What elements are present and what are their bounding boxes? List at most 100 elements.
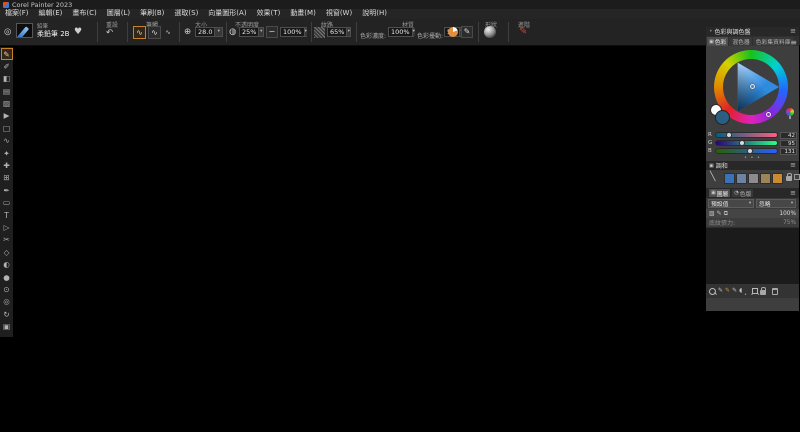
stroke-options-button[interactable]: ∿ <box>163 28 173 38</box>
panel-menu-icon[interactable]: ≡ <box>790 28 796 35</box>
favorite-heart-icon[interactable]: ♥ <box>74 27 82 37</box>
brush-tool[interactable]: ✎ <box>0 48 13 60</box>
layer-opacity-row[interactable]: ▧ ✎ ⧉ 100% <box>706 209 799 218</box>
rect-select-tool[interactable]: □ <box>1 122 13 134</box>
brush-ghost-icon[interactable]: ◎ <box>4 27 11 37</box>
scissors-tool[interactable]: ✂ <box>1 234 13 246</box>
menu-item[interactable]: 動畫(M) <box>285 9 321 19</box>
slider-knob[interactable] <box>725 132 732 138</box>
slider-knob[interactable] <box>738 140 745 146</box>
harmony-grid-icon[interactable] <box>794 174 800 180</box>
straight-stroke-button[interactable]: ∿ <box>148 25 161 39</box>
layer-opacity-value[interactable]: 100% <box>779 211 796 217</box>
text-tool[interactable]: T <box>1 209 13 221</box>
menu-item[interactable]: 說明(H) <box>357 9 392 19</box>
panel-menu-icon[interactable]: ≡ <box>790 162 796 169</box>
size-field[interactable]: 28.0 ▾ <box>195 26 223 37</box>
eraser-tool[interactable]: ▨ <box>1 98 13 110</box>
menu-item[interactable]: 編輯(E) <box>34 9 68 19</box>
color-panel-header[interactable]: • 色彩與調色盤 ≡ <box>706 27 799 36</box>
dropdown-arrow-icon[interactable]: ▾ <box>214 27 222 36</box>
dropper-tool[interactable]: ✐ <box>1 60 13 72</box>
menu-item[interactable]: 向量圖形(A) <box>203 9 251 19</box>
point-edit-tool[interactable]: ◇ <box>1 246 13 258</box>
advanced-brush-icon[interactable]: ✎ <box>519 26 527 37</box>
dodge-tool[interactable]: ◐ <box>1 259 13 271</box>
menu-item[interactable]: 效果(T) <box>252 9 286 19</box>
pickup-underlying-icon[interactable]: ✎ <box>717 210 722 217</box>
menu-item[interactable]: 選取(S) <box>169 9 203 19</box>
menu-item[interactable]: 檔案(F) <box>0 9 34 19</box>
brush-selector[interactable] <box>16 22 33 38</box>
panel-menu-icon[interactable]: ≡ <box>790 189 796 197</box>
color-panel-tab[interactable]: ▣ 色彩 <box>707 37 729 46</box>
dropdown-arrow-icon[interactable]: ▾ <box>258 27 263 36</box>
brush-variant[interactable]: 柔鉛筆 2B <box>37 29 69 39</box>
reset-tool-icon[interactable]: ↶ <box>106 28 113 38</box>
color-panel-tab[interactable]: 色彩集資料庫 <box>752 37 793 46</box>
rotate-page-tool[interactable]: ↻ <box>1 308 13 320</box>
dropdown-arrow-icon: ▾ <box>790 201 794 206</box>
resaturation-field[interactable]: 100% ▾ <box>388 26 415 37</box>
panel-more-dots[interactable]: • • • <box>706 292 799 298</box>
color-set-icon[interactable] <box>786 108 794 119</box>
slider-value[interactable]: 131 <box>780 147 797 155</box>
transform-tool[interactable]: ✚ <box>1 160 13 172</box>
rect-shape-tool[interactable]: ▭ <box>1 197 13 209</box>
harmony-swatch[interactable] <box>748 173 759 184</box>
flow-field[interactable]: 100% ▾ <box>280 26 307 37</box>
grabber-tool[interactable]: ◎ <box>1 296 13 308</box>
dropdown-arrow-icon[interactable]: ▾ <box>411 27 415 36</box>
freehand-stroke-button[interactable]: ∿ <box>133 25 146 39</box>
sponge-tool[interactable]: ● <box>1 271 13 283</box>
slider-track[interactable] <box>715 148 778 154</box>
dropdown-arrow-icon[interactable]: ▾ <box>346 27 350 36</box>
tab-channels[interactable]: ◔ 色版 <box>732 189 754 198</box>
tab-icon: ▣ <box>709 38 714 45</box>
harmony-swatch[interactable] <box>736 173 747 184</box>
opacity-field[interactable]: 25% ▾ <box>239 26 264 37</box>
sv-cursor[interactable] <box>750 84 755 89</box>
harmony-swatch[interactable] <box>724 173 735 184</box>
slider-track[interactable] <box>715 132 778 138</box>
menu-item[interactable]: 畫布(C) <box>67 9 101 19</box>
color-panel-tab[interactable]: 混色器 <box>729 37 752 46</box>
dropdown-arrow-icon[interactable]: ▾ <box>303 27 307 36</box>
paint-bucket-tool[interactable]: ◧ <box>1 73 13 85</box>
edit-color-icon[interactable]: ✎ <box>461 25 473 38</box>
harmony-panel-header[interactable]: ▣ 調和 ≡ <box>706 161 799 170</box>
magic-wand-tool[interactable]: ✦ <box>1 147 13 159</box>
harmony-swatch[interactable] <box>772 173 783 184</box>
paper-texture-icon[interactable] <box>314 26 325 38</box>
dab-preview-icon[interactable] <box>484 25 496 38</box>
tab-layers[interactable]: ▣ 圖層 <box>709 189 731 198</box>
slider-knob[interactable] <box>747 148 754 154</box>
menu-item[interactable]: 圖層(L) <box>102 9 135 19</box>
crop-tool[interactable]: ⊞ <box>1 172 13 184</box>
shape-select-tool[interactable]: ▷ <box>1 221 13 233</box>
harmony-swatch[interactable] <box>760 173 771 184</box>
layer-mask-icon[interactable]: ⧉ <box>724 210 728 217</box>
menu-item[interactable]: 視窗(W) <box>321 9 357 19</box>
grain-field[interactable]: 65% ▾ <box>327 26 351 37</box>
slider-value[interactable]: 42 <box>780 131 797 139</box>
smoothing-icon[interactable]: ∽ <box>266 25 278 38</box>
layer-adjuster-tool[interactable]: ▶ <box>1 110 13 122</box>
current-color-swatch[interactable] <box>715 110 730 125</box>
hue-cursor[interactable] <box>766 112 771 117</box>
navigator-tool[interactable]: ▣ <box>1 321 13 333</box>
menu-item[interactable]: 筆刷(B) <box>135 9 169 19</box>
pen-tool[interactable]: ✒ <box>1 184 13 196</box>
zoom-tool[interactable]: ⊙ <box>1 283 13 295</box>
lasso-tool[interactable]: ∿ <box>1 135 13 147</box>
color-options-icon[interactable] <box>448 26 458 37</box>
gradient-tool[interactable]: ▤ <box>1 85 13 97</box>
slider-track[interactable] <box>715 140 778 146</box>
composite-depth-select[interactable]: 忽略 ▾ <box>756 199 796 208</box>
harmony-type-icon[interactable]: ╲ <box>710 173 715 182</box>
blend-mode-select[interactable]: 預設值 ▾ <box>708 199 754 208</box>
slider-value[interactable]: 95 <box>780 139 797 147</box>
lock-icon[interactable] <box>786 173 792 181</box>
layer-list[interactable] <box>706 227 799 284</box>
preserve-transparency-icon[interactable]: ▧ <box>709 210 715 217</box>
